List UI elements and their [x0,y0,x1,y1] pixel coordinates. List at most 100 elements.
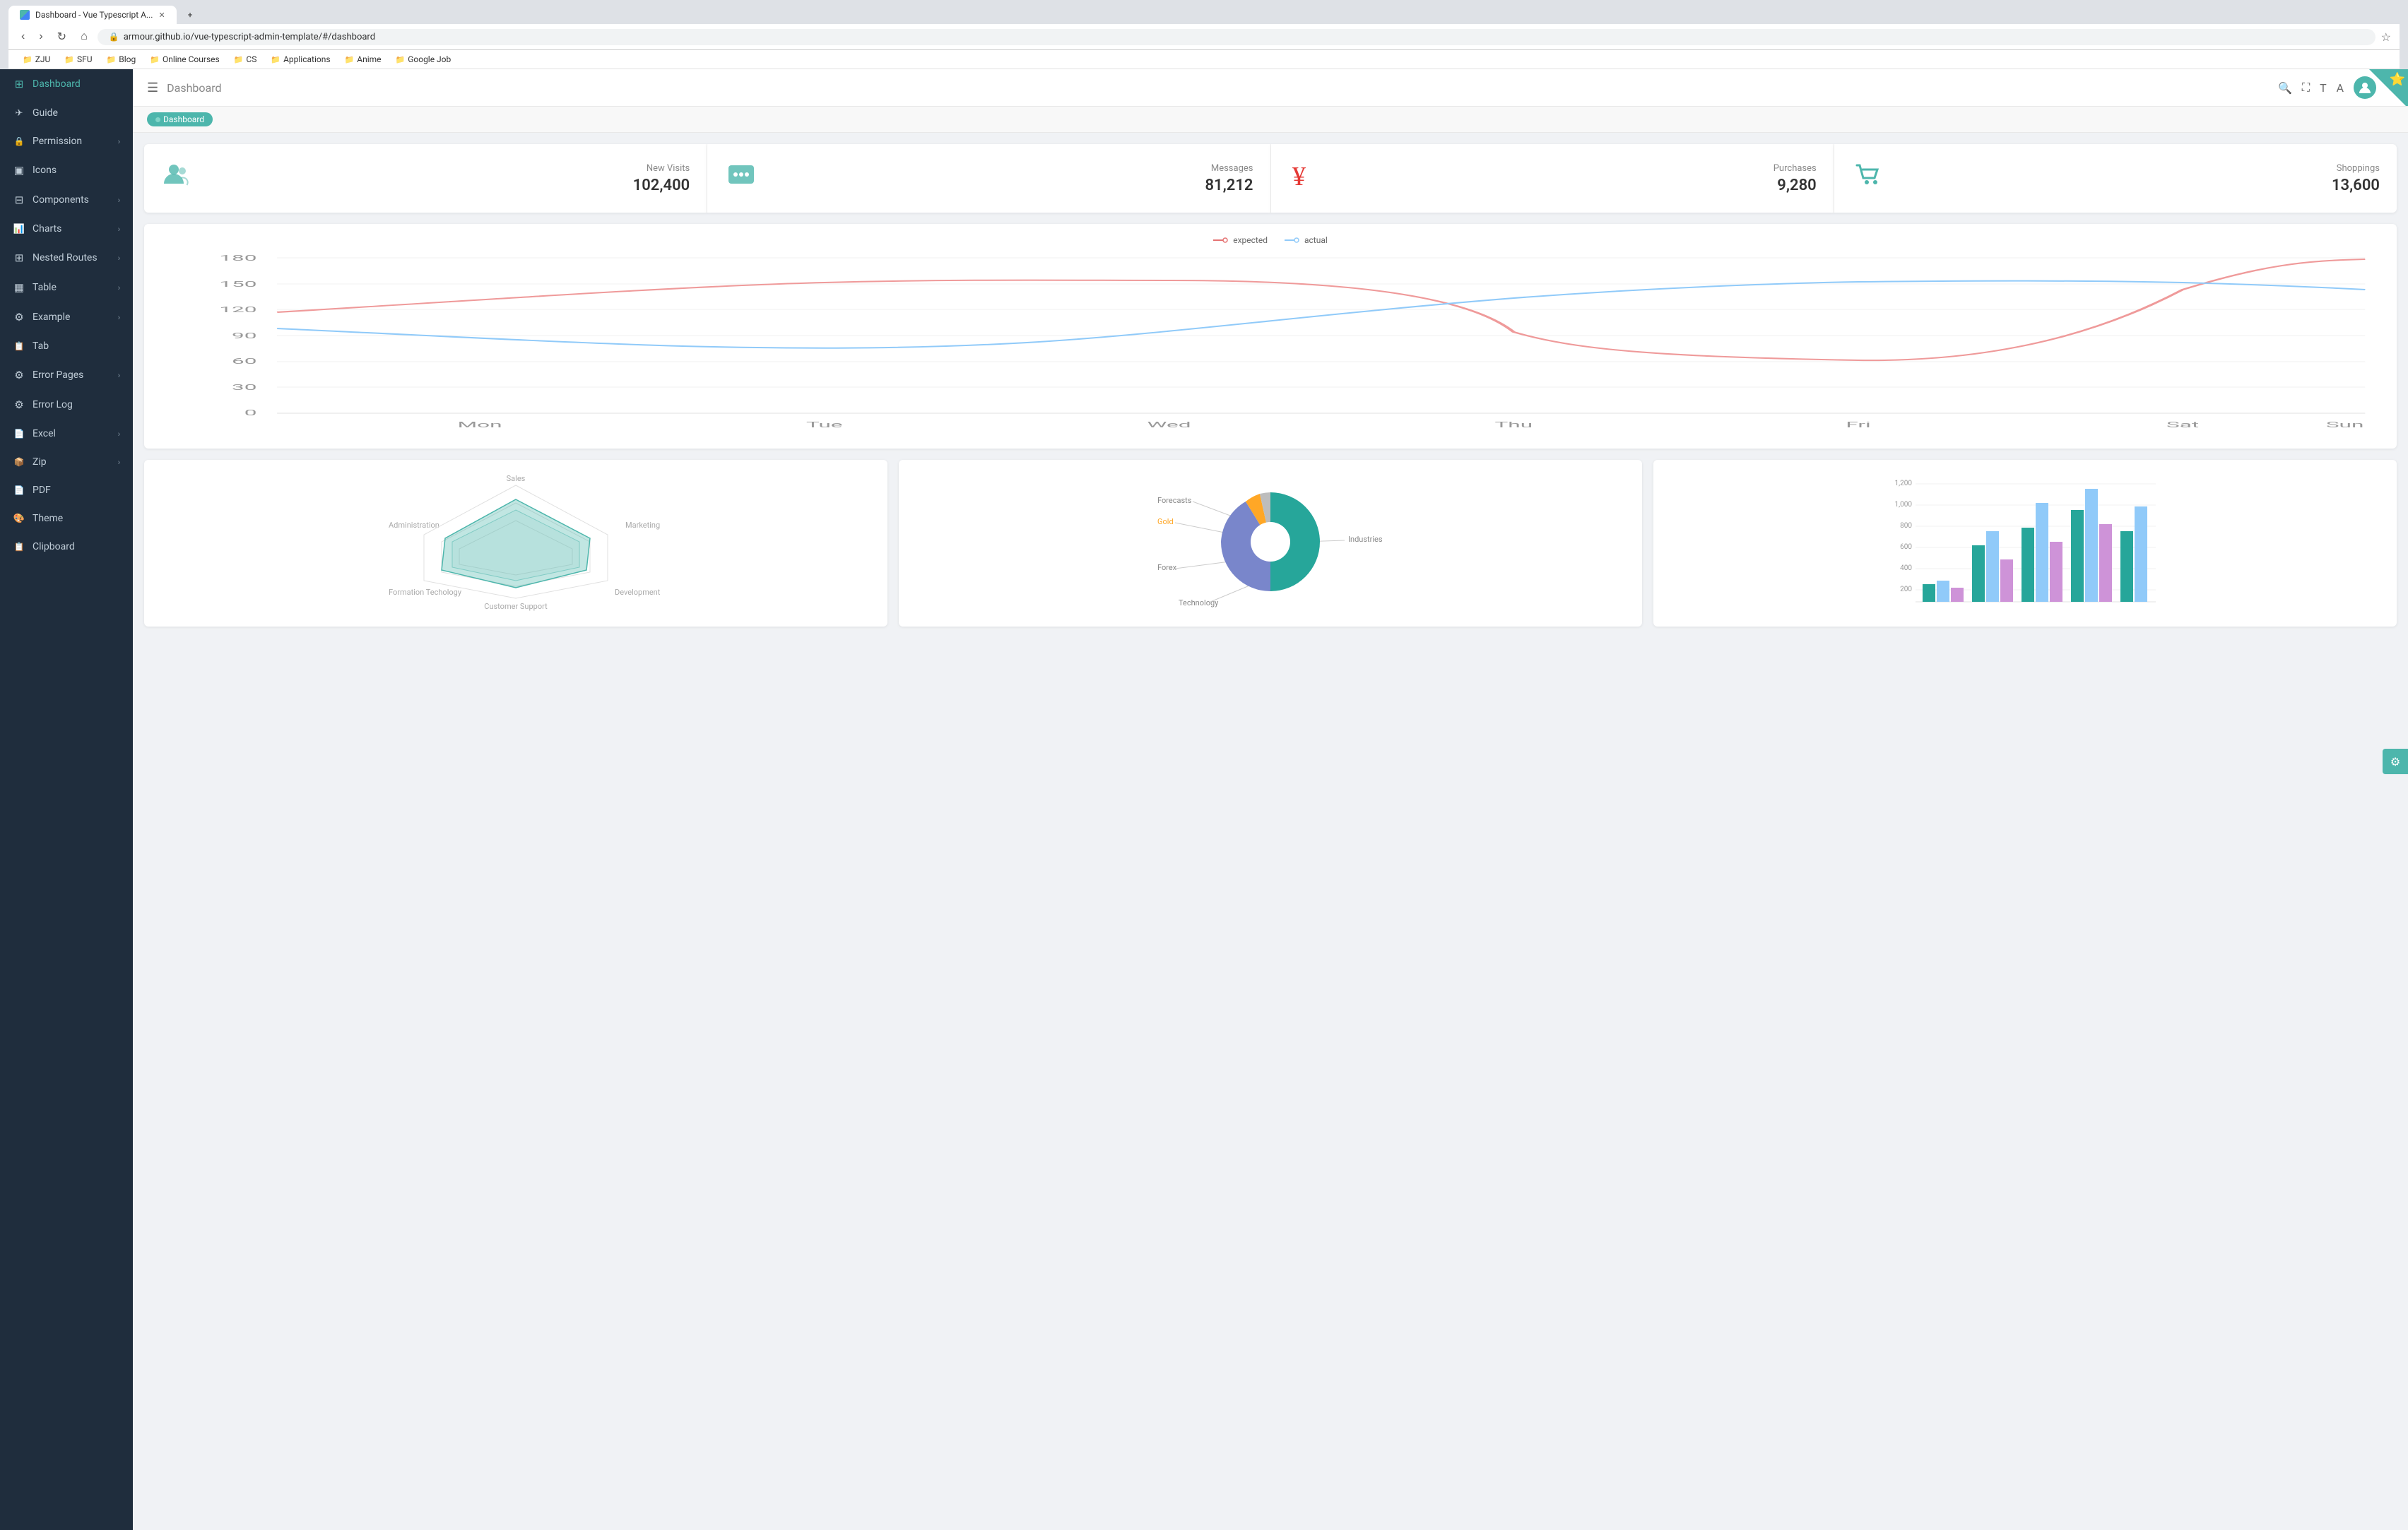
active-tab[interactable]: Dashboard - Vue Typescript A... ✕ [8,6,177,24]
sidebar-item-pdf[interactable]: 📄 PDF [0,476,133,504]
sidebar-item-nested-routes[interactable]: ⊞ Nested Routes › [0,243,133,273]
sidebar-item-error-pages[interactable]: ⚙ Error Pages › [0,360,133,390]
dashboard-icon: ⊞ [13,78,25,90]
sidebar-item-dashboard[interactable]: ⊞ Dashboard [0,69,133,99]
svg-text:90: 90 [232,331,256,340]
bar-chart-svg: 1,200 1,000 800 600 400 200 [1665,471,2385,612]
charts-icon: 📊 [13,224,25,235]
messages-value: 81,212 [771,177,1253,194]
sidebar-label-zip: Zip [33,456,111,468]
svg-text:150: 150 [219,280,256,289]
clipboard-icon: 📋 [13,542,25,552]
tab-close[interactable]: ✕ [158,11,165,20]
reload-button[interactable]: ↻ [53,28,71,45]
bookmark-sfu[interactable]: 📁 SFU [59,53,98,66]
bookmark-applications[interactable]: 📁 Applications [265,53,336,66]
new-tab-button[interactable]: + [177,6,205,24]
sidebar-item-example[interactable]: ⚙ Example › [0,302,133,332]
sidebar-item-table[interactable]: ▦ Table › [0,273,133,302]
lock-icon: 🔒 [109,32,119,42]
error-log-icon: ⚙ [13,398,25,411]
sidebar-label-excel: Excel [33,428,111,439]
sidebar-label-guide: Guide [33,107,120,119]
font-icon[interactable]: T [2320,81,2327,95]
sidebar-item-components[interactable]: ⊟ Components › [0,185,133,215]
bookmark-zju[interactable]: 📁 ZJU [17,53,56,66]
svg-text:180: 180 [219,254,256,263]
sidebar-item-guide[interactable]: ✈ Guide [0,99,133,127]
breadcrumb-badge: Dashboard [147,112,213,126]
tab-title: Dashboard - Vue Typescript A... [35,10,153,20]
svg-text:Forex: Forex [1157,563,1177,572]
translate-icon[interactable]: A [2337,81,2344,95]
components-icon: ⊟ [13,194,25,206]
bookmark-blog[interactable]: 📁 Blog [101,53,142,66]
svg-text:Gold: Gold [1157,517,1174,526]
svg-text:Thu: Thu [1494,420,1533,429]
back-button[interactable]: ‹ [17,29,29,45]
bookmark-online-courses[interactable]: 📁 Online Courses [144,53,225,66]
new-visits-icon [161,158,195,198]
sidebar-item-tab[interactable]: 📋 Tab [0,332,133,360]
stat-card-new-visits: New Visits 102,400 [144,144,707,213]
purchases-icon: ¥ [1288,158,1322,198]
url-text: armour.github.io/vue-typescript-admin-te… [124,32,375,42]
sidebar-label-components: Components [33,194,111,206]
svg-text:Marketing: Marketing [625,521,660,530]
sidebar-item-permission[interactable]: 🔒 Permission › [0,127,133,155]
sidebar-label-permission: Permission [33,136,111,147]
promo-corner-bg: ⭐ [2369,69,2408,107]
bookmark-google-job[interactable]: 📁 Google Job [390,53,457,66]
svg-text:60: 60 [232,357,256,366]
sidebar-item-zip[interactable]: 📦 Zip › [0,448,133,476]
bar-chart-card: 1,200 1,000 800 600 400 200 [1653,460,2397,627]
excel-icon: 📄 [13,429,25,439]
shoppings-info: Shoppings 13,600 [1898,163,2380,194]
legend-expected: expected [1213,235,1268,245]
zip-arrow: › [118,458,120,467]
breadcrumb-bar: Dashboard [133,107,2408,133]
sidebar-item-excel[interactable]: 📄 Excel › [0,420,133,448]
sidebar-item-theme[interactable]: 🎨 Theme [0,504,133,533]
sidebar-item-clipboard[interactable]: 📋 Clipboard [0,533,133,561]
sidebar-item-error-log[interactable]: ⚙ Error Log [0,390,133,420]
radar-chart-svg: Sales Marketing Development Customer Sup… [155,471,876,612]
settings-fab[interactable]: ⚙ [2383,749,2408,774]
page-header: ☰ Dashboard 🔍 ⛶ T A ▼ ⭐ [133,69,2408,107]
svg-text:600: 600 [1900,543,1912,551]
svg-text:0: 0 [244,408,257,417]
home-button[interactable]: ⌂ [76,29,92,45]
chart-legend: expected actual [155,235,2385,245]
breadcrumb-dot [155,117,160,122]
bookmark-star[interactable]: ☆ [2381,30,2391,44]
svg-text:200: 200 [1900,586,1912,593]
page-title: Dashboard [167,81,221,95]
svg-text:30: 30 [232,383,256,392]
svg-text:Technology: Technology [1179,598,1219,607]
sidebar-label-tab: Tab [33,340,120,352]
svg-text:Sun: Sun [2326,420,2364,429]
sidebar-label-example: Example [33,312,111,323]
svg-text:Sat: Sat [2166,420,2199,429]
guide-icon: ✈ [13,108,25,119]
forward-button[interactable]: › [35,29,47,45]
svg-text:Administration: Administration [389,521,439,530]
svg-text:1,000: 1,000 [1895,501,1913,509]
bookmarks-bar: 📁 ZJU 📁 SFU 📁 Blog 📁 Online Courses 📁 CS… [8,50,2400,69]
url-bar[interactable]: 🔒 armour.github.io/vue-typescript-admin-… [98,29,2375,45]
tab-icon: 📋 [13,341,25,351]
fullscreen-icon[interactable]: ⛶ [2302,81,2310,95]
svg-text:Sales: Sales [507,474,526,483]
stats-row: New Visits 102,400 Messages 81,212 [144,144,2397,213]
menu-icon[interactable]: ☰ [147,81,158,95]
sidebar-item-icons[interactable]: ▣ Icons [0,155,133,185]
sidebar-label-nested-routes: Nested Routes [33,252,111,263]
svg-text:Mon: Mon [458,420,502,429]
shoppings-label: Shoppings [1898,163,2380,174]
svg-text:Formation Techology: Formation Techology [389,588,462,597]
sidebar-item-charts[interactable]: 📊 Charts › [0,215,133,243]
bookmark-anime[interactable]: 📁 Anime [339,53,387,66]
bookmark-cs[interactable]: 📁 CS [228,53,263,66]
search-icon[interactable]: 🔍 [2278,81,2292,95]
pie-chart-card: Forecasts Gold Forex Technology Industri… [899,460,1642,627]
